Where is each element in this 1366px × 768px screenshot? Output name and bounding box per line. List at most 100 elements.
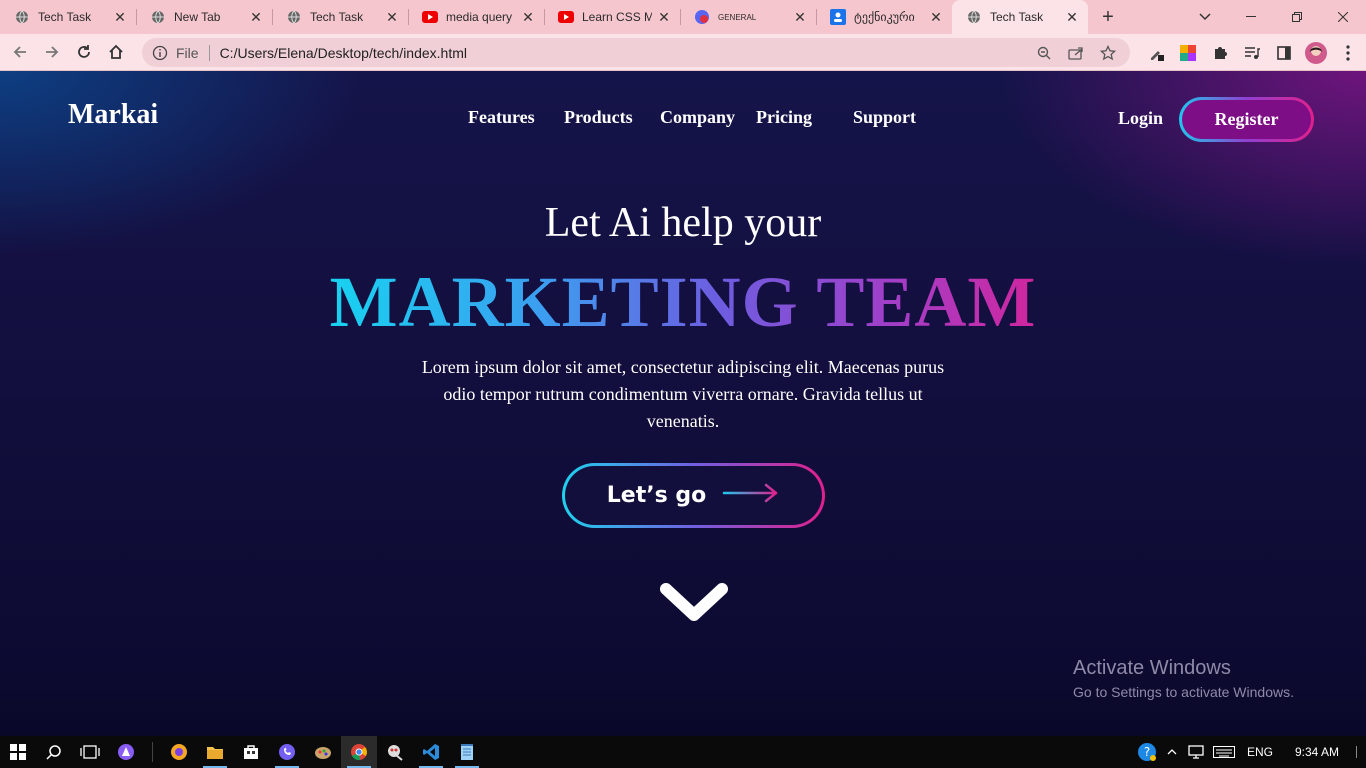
watermark-line-1: Activate Windows	[1073, 657, 1231, 679]
task-view-icon[interactable]	[72, 736, 108, 768]
chrome-icon[interactable]	[341, 736, 377, 768]
browser-tab[interactable]: New Tab ✕	[136, 0, 272, 34]
close-tab-icon[interactable]: ✕	[112, 9, 128, 25]
network-monitor-icon[interactable]	[1184, 745, 1208, 759]
assistant-app-icon[interactable]	[108, 736, 144, 768]
tab-title: Tech Task	[990, 10, 1044, 24]
window-controls	[1228, 0, 1366, 34]
browser-tab[interactable]: media query ✕	[408, 0, 544, 34]
hero-title-text: MARKETING TEAM	[329, 262, 1037, 342]
hero-description: Lorem ipsum dolor sit amet, consectetur …	[413, 354, 953, 435]
system-tray: ? ENG 9:34 AM	[1134, 736, 1366, 768]
nav-link-features[interactable]: Features	[468, 107, 535, 128]
nav-link-company[interactable]: Company	[660, 107, 735, 128]
hero-description-line: Lorem ipsum dolor sit amet, consectetur …	[421, 357, 945, 377]
vscode-icon[interactable]	[413, 736, 449, 768]
media-app-icon[interactable]	[377, 736, 413, 768]
nav-link-products[interactable]: Products	[564, 107, 633, 128]
viber-icon[interactable]	[269, 736, 305, 768]
tab-title: GENERAL	[718, 12, 757, 22]
menu-kebab-icon[interactable]	[1332, 37, 1364, 69]
browser-tab[interactable]: Tech Task ✕	[0, 0, 136, 34]
watermark-line-2: Go to Settings to activate Windows.	[1073, 684, 1294, 700]
lets-go-label: Let’s go	[606, 483, 707, 508]
lets-go-button[interactable]: Let’s go	[562, 463, 825, 528]
browser-tab[interactable]: ტექნიკური ✕	[816, 0, 952, 34]
close-tab-icon[interactable]: ✕	[248, 9, 264, 25]
hero-title: MARKETING TEAM	[0, 261, 1366, 344]
minimize-icon[interactable]	[1228, 0, 1274, 34]
media-queue-icon[interactable]	[1236, 37, 1268, 69]
extensions-area	[1140, 34, 1364, 71]
tab-title: Tech Task	[38, 10, 92, 24]
globe-icon	[286, 9, 302, 25]
hero-description-line: venenatis.	[646, 411, 720, 431]
extensions-puzzle-icon[interactable]	[1204, 37, 1236, 69]
close-tab-icon[interactable]: ✕	[384, 9, 400, 25]
close-tab-icon[interactable]: ✕	[1064, 9, 1080, 25]
close-tab-icon[interactable]: ✕	[656, 9, 672, 25]
close-tab-icon[interactable]: ✕	[520, 9, 536, 25]
forward-arrow-icon[interactable]	[36, 36, 68, 68]
restore-icon[interactable]	[1274, 0, 1320, 34]
home-icon[interactable]	[100, 36, 132, 68]
paint-app-icon[interactable]	[305, 736, 341, 768]
windows-start-icon[interactable]	[0, 736, 36, 768]
lets-go-button-inner: Let’s go	[565, 466, 822, 525]
url-text[interactable]: C:/Users/Elena/Desktop/tech/index.html	[220, 45, 467, 61]
info-icon[interactable]	[152, 45, 168, 61]
browser-tab[interactable]: GENERAL ✕	[680, 0, 816, 34]
store-icon[interactable]	[233, 736, 269, 768]
close-window-icon[interactable]	[1320, 0, 1366, 34]
close-tab-icon[interactable]: ✕	[928, 9, 944, 25]
scroll-down-chevron-icon[interactable]	[658, 579, 730, 627]
tab-title: Learn CSS Me	[582, 10, 652, 24]
keyboard-icon[interactable]	[1208, 746, 1240, 758]
share-icon[interactable]	[1060, 46, 1092, 60]
browser-tab[interactable]: Tech Task ✕	[272, 0, 408, 34]
tab-strip: Tech Task ✕ New Tab ✕ Tech Task ✕ media …	[0, 0, 1366, 34]
tab-title: New Tab	[174, 10, 221, 24]
clock[interactable]: 9:34 AM	[1286, 745, 1348, 759]
hero-description-line: odio tempor rutrum condimentum viverra o…	[443, 384, 923, 404]
nav-link-pricing[interactable]: Pricing	[756, 107, 812, 128]
arrow-right-icon	[722, 483, 780, 508]
nav-link-support[interactable]: Support	[853, 107, 916, 128]
eyedropper-extension-icon[interactable]	[1140, 37, 1172, 69]
browser-tab-active[interactable]: Tech Task ✕	[952, 0, 1088, 34]
notification-icon[interactable]	[1348, 746, 1366, 758]
help-icon[interactable]: ?	[1134, 742, 1160, 762]
input-language[interactable]: ENG	[1240, 745, 1280, 759]
browser-app-icon[interactable]	[161, 736, 197, 768]
youtube-icon	[422, 9, 438, 25]
taskbar: ? ENG 9:34 AM	[0, 736, 1366, 768]
activate-windows-watermark: Activate Windows Go to Settings to activ…	[1073, 657, 1294, 700]
hero-subtitle: Let Ai help your	[544, 200, 822, 246]
scheme-label: File	[176, 44, 199, 61]
register-button[interactable]: Register	[1179, 97, 1314, 142]
profile-avatar[interactable]	[1300, 37, 1332, 69]
reload-icon[interactable]	[68, 36, 100, 68]
search-icon[interactable]	[36, 736, 72, 768]
show-hidden-icons-chevron-icon[interactable]	[1160, 749, 1184, 755]
tab-title: ტექნიკური	[854, 10, 915, 24]
address-bar[interactable]: File C:/Users/Elena/Desktop/tech/index.h…	[142, 38, 1130, 67]
tab-title: Tech Task	[310, 10, 364, 24]
browser-tab[interactable]: Learn CSS Me ✕	[544, 0, 680, 34]
color-palette-extension-icon[interactable]	[1172, 37, 1204, 69]
new-tab-button[interactable]: +	[1088, 0, 1128, 34]
tab-title: media query	[446, 10, 513, 24]
side-panel-icon[interactable]	[1268, 37, 1300, 69]
taskbar-divider	[152, 742, 153, 762]
youtube-icon	[558, 9, 574, 25]
tab-search-chevron-icon[interactable]	[1182, 0, 1228, 34]
close-tab-icon[interactable]: ✕	[792, 9, 808, 25]
back-arrow-icon[interactable]	[4, 36, 36, 68]
classroom-icon	[830, 9, 846, 25]
zoom-icon[interactable]	[1028, 46, 1060, 60]
login-link[interactable]: Login	[1118, 108, 1163, 129]
bookmark-star-icon[interactable]	[1092, 44, 1124, 61]
notepad-icon[interactable]	[449, 736, 485, 768]
file-explorer-icon[interactable]	[197, 736, 233, 768]
page-viewport: Markai Features Products Company Pricing…	[0, 71, 1366, 736]
